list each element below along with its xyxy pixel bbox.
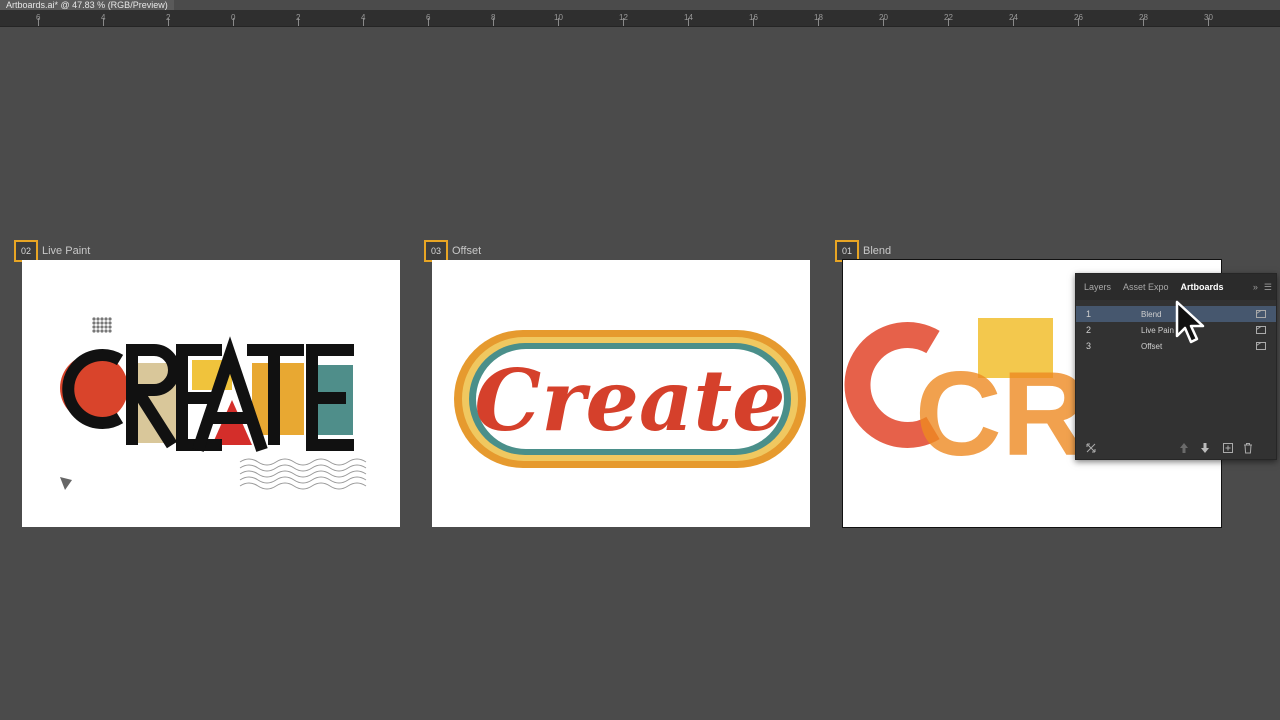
artboard-options-icon[interactable] [1256,341,1266,350]
artboard-name: Offset [452,245,482,257]
live-paint-artwork [60,317,367,490]
ruler-tick: 0 [231,13,236,22]
artboard-name: Live Paint [42,245,91,257]
ruler-tick: 16 [749,13,758,22]
artboard-label-live-paint[interactable]: 02 Live Paint [14,240,90,262]
double-chevron-icon[interactable]: » [1253,282,1258,293]
ruler-tick: 20 [879,13,888,22]
row-number: 1 [1086,309,1092,319]
offset-artwork: Create [454,330,806,468]
rearrange-artboards-icon[interactable] [1085,442,1097,454]
panel-footer [1076,437,1276,459]
ruler-tick: 4 [361,13,366,22]
ruler-tick: 8 [491,13,496,22]
ruler-tick: 26 [1074,13,1083,22]
artboard-name: Blend [863,245,892,257]
dot-grid-icon [92,317,112,333]
row-number: 2 [1086,325,1092,335]
document-tab[interactable]: Artboards.ai* @ 47.83 % (RGB/Preview) [0,0,174,10]
ruler-tick: 18 [814,13,823,22]
ruler-tick: 2 [166,13,171,22]
mouse-pointer-icon [1175,300,1205,344]
row-number: 3 [1086,341,1092,351]
artboard-label-offset[interactable]: 03 Offset [424,240,481,262]
ruler-tick: 6 [426,13,431,22]
ruler-tick: 4 [101,13,106,22]
arrow-up-icon[interactable] [1179,442,1189,454]
row-name: Offset [1141,341,1163,351]
row-name: Live Pain [1141,325,1174,335]
tab-asset-export[interactable]: Asset Expo [1115,282,1173,292]
artboard-options-icon[interactable] [1256,325,1266,334]
horizontal-ruler[interactable]: 6 4 2 0 2 4 6 8 10 12 14 16 18 20 22 24 … [0,10,1280,27]
artboard-label-blend[interactable]: 01 Blend [835,240,891,262]
ruler-tick: 22 [944,13,953,22]
ruler-tick: 14 [684,13,693,22]
artboard-live-paint[interactable] [22,260,400,527]
ruler-tick: 6 [36,13,41,22]
new-artboard-icon[interactable] [1222,442,1234,454]
artboard-options-icon[interactable] [1256,309,1266,318]
tab-artboards[interactable]: Artboards [1173,282,1228,292]
row-name: Blend [1141,309,1162,319]
tab-layers[interactable]: Layers [1076,282,1115,292]
ruler-tick: 28 [1139,13,1148,22]
artboard-number: 02 [14,240,38,262]
panel-tab-bar: Layers Asset Expo Artboards » ☰ [1076,274,1276,300]
artboard-number: 03 [424,240,448,262]
ruler-tick: 2 [296,13,301,22]
ruler-tick: 24 [1009,13,1018,22]
arrow-down-icon[interactable] [1200,442,1210,454]
ruler-tick: 30 [1204,13,1213,22]
ruler-scale: 6 4 2 0 2 4 6 8 10 12 14 16 18 20 22 24 … [36,13,1213,26]
offset-artwork-text: Create [474,351,785,450]
hamburger-menu-icon[interactable]: ☰ [1264,282,1272,293]
wavy-lines [239,458,367,490]
ruler-tick: 10 [554,13,563,22]
artboard-offset[interactable]: Create [432,260,810,527]
ruler-tick: 12 [619,13,628,22]
trash-icon[interactable] [1243,442,1253,454]
artboard-number: 01 [835,240,859,262]
